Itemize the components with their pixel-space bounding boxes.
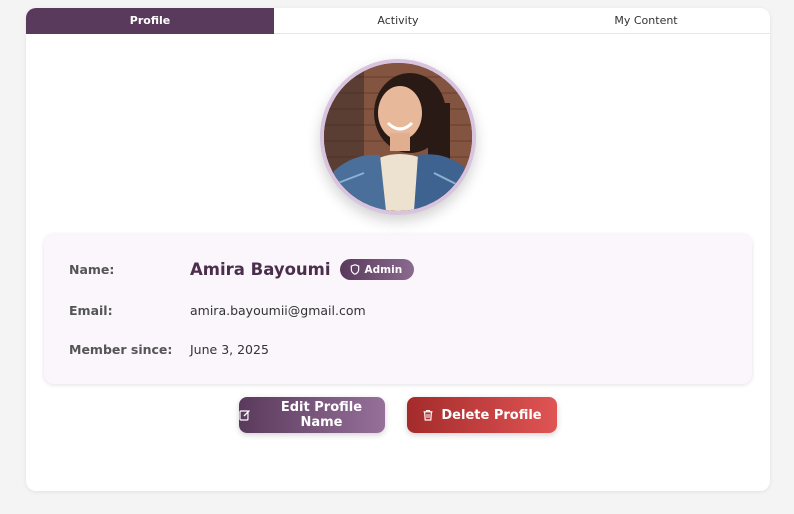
role-badge-label: Admin: [364, 263, 403, 276]
profile-card: Profile Activity My Content Name: Amira …: [26, 8, 770, 491]
profile-info-panel: Name: Amira Bayoumi Admin Email: amira.b…: [44, 234, 752, 384]
tab-profile[interactable]: Profile: [26, 8, 274, 34]
shield-icon: [350, 264, 359, 275]
tab-activity[interactable]: Activity: [274, 8, 522, 34]
member-since-row: Member since: June 3, 2025: [69, 342, 269, 357]
tab-my-content[interactable]: My Content: [522, 8, 770, 34]
member-since-label: Member since:: [69, 342, 173, 357]
edit-profile-name-label: Edit Profile Name: [280, 400, 363, 430]
email-label: Email:: [69, 303, 113, 318]
edit-profile-name-button[interactable]: Edit Profile Name: [239, 397, 385, 433]
tab-bar: Profile Activity My Content: [26, 8, 770, 34]
email-row: Email: amira.bayoumii@gmail.com: [69, 303, 366, 318]
delete-profile-label: Delete Profile: [441, 407, 542, 423]
avatar: [320, 59, 476, 215]
profile-name: Amira Bayoumi: [190, 260, 331, 279]
name-row: Name: Amira Bayoumi Admin: [69, 259, 415, 280]
role-badge: Admin: [339, 259, 415, 280]
email-value: amira.bayoumii@gmail.com: [190, 303, 366, 318]
member-since-value: June 3, 2025: [190, 342, 269, 357]
name-label: Name:: [69, 262, 115, 277]
avatar-photo: [324, 63, 472, 211]
edit-icon: [239, 410, 250, 421]
delete-profile-button[interactable]: Delete Profile: [407, 397, 557, 433]
trash-icon: [423, 409, 433, 421]
